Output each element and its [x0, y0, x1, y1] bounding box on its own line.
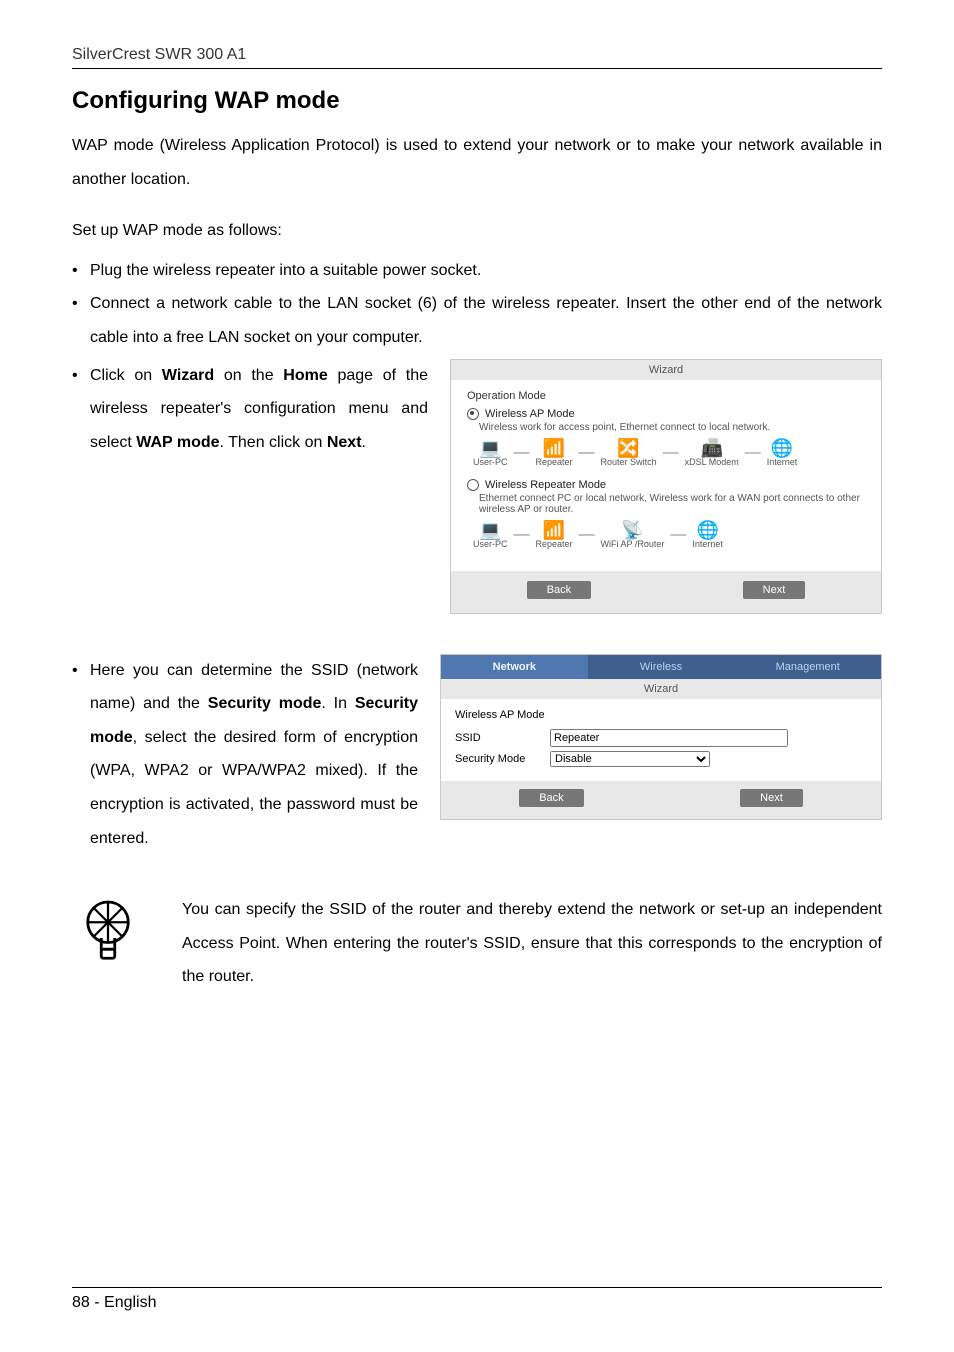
globe-icon: 🌐: [771, 439, 793, 457]
ap-back-button[interactable]: Back: [519, 789, 583, 807]
ap-next-button[interactable]: Next: [740, 789, 803, 807]
ap-mode-title: Wireless AP Mode: [485, 408, 575, 420]
bullet-wizard: Click on Wizard on the Home page of the …: [72, 359, 428, 460]
wizard-back-button[interactable]: Back: [527, 581, 591, 599]
ap-mode-desc: Wireless work for access point, Ethernet…: [479, 422, 865, 433]
laptop-icon: 💻: [479, 521, 501, 539]
ap-panel-screenshot: Network Wireless Management Wizard Wirel…: [440, 654, 882, 820]
router-icon: 📡: [621, 521, 643, 539]
note-text: You can specify the SSID of the router a…: [182, 893, 882, 994]
modem-icon: 📠: [700, 439, 722, 457]
section-title: Configuring WAP mode: [72, 87, 882, 115]
setup-line: Set up WAP mode as follows:: [72, 214, 882, 248]
lightbulb-icon: [72, 893, 144, 970]
operation-mode-label: Operation Mode: [467, 390, 865, 402]
tab-network[interactable]: Network: [441, 655, 588, 679]
wizard-title: Wizard: [451, 360, 881, 380]
repeater-mode-desc: Ethernet connect PC or local network, Wi…: [479, 493, 865, 515]
security-mode-label: Security Mode: [455, 753, 550, 765]
radio-repeater-mode[interactable]: [467, 479, 479, 491]
ap-panel-subtitle: Wizard: [441, 679, 881, 699]
bullet-plug: Plug the wireless repeater into a suitab…: [72, 254, 882, 288]
switch-icon: 🔀: [617, 439, 639, 457]
ssid-label: SSID: [455, 732, 550, 744]
globe-icon: 🌐: [696, 521, 718, 539]
page-header: SilverCrest SWR 300 A1: [72, 46, 882, 69]
page-footer: 88 - English: [72, 1287, 882, 1312]
radio-ap-mode[interactable]: [467, 408, 479, 420]
bullet-cable: Connect a network cable to the LAN socke…: [72, 287, 882, 354]
repeater-mode-title: Wireless Repeater Mode: [485, 479, 606, 491]
laptop-icon: 💻: [479, 439, 501, 457]
wizard-panel-screenshot: Wizard Operation Mode Wireless AP Mode W…: [450, 359, 882, 614]
intro-paragraph: WAP mode (Wireless Application Protocol)…: [72, 129, 882, 196]
ssid-input[interactable]: [550, 729, 788, 747]
repeater-icon: 📶: [543, 439, 565, 457]
tab-wireless[interactable]: Wireless: [588, 655, 735, 679]
ap-mode-section-label: Wireless AP Mode: [455, 709, 867, 721]
bullet-ssid-security: Here you can determine the SSID (network…: [72, 654, 418, 856]
wizard-next-button[interactable]: Next: [743, 581, 806, 599]
security-mode-select[interactable]: Disable: [550, 751, 710, 767]
tab-management[interactable]: Management: [734, 655, 881, 679]
repeater-icon: 📶: [543, 521, 565, 539]
